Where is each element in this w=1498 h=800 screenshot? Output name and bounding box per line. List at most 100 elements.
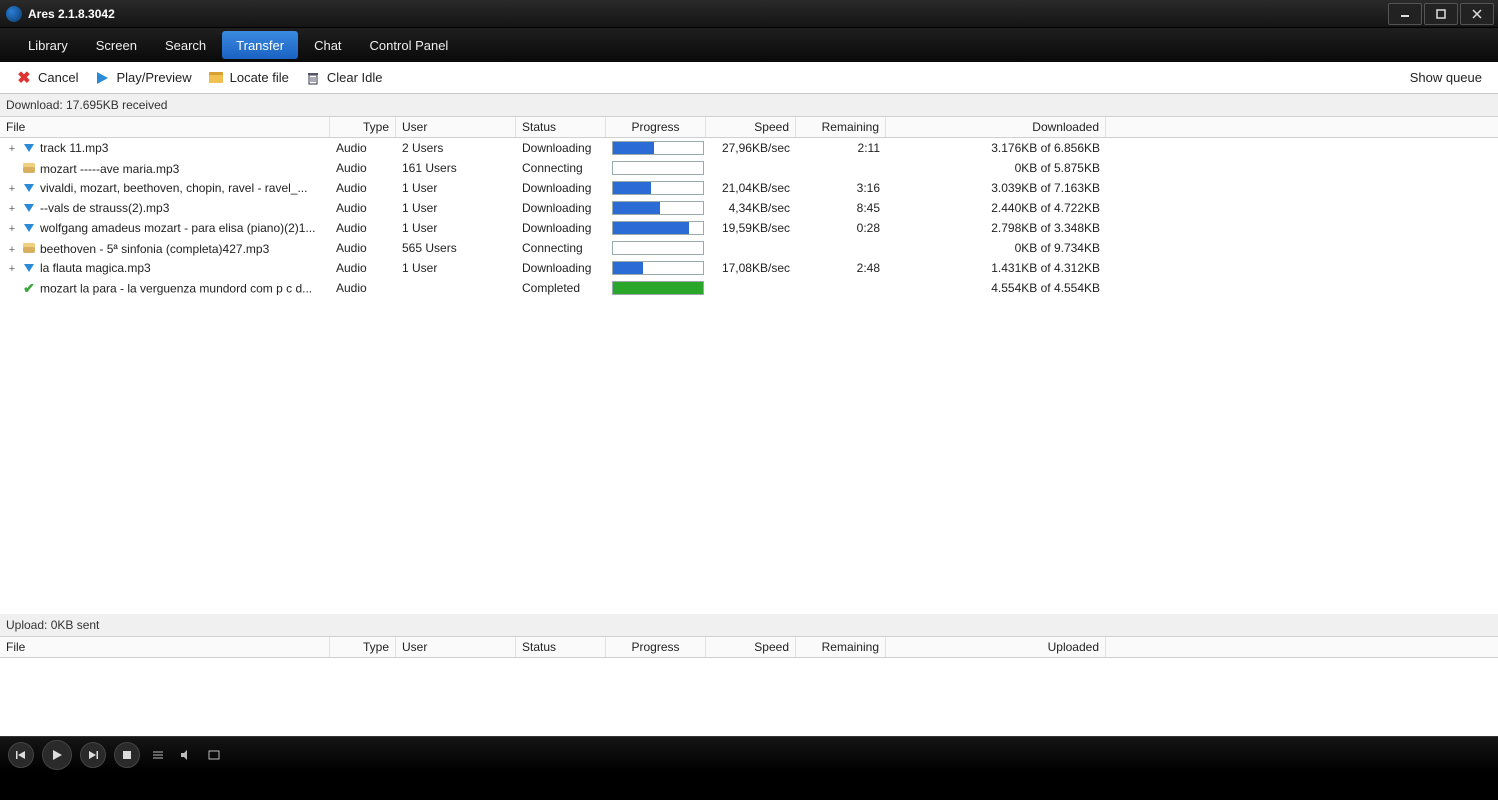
cell-remaining	[796, 245, 886, 251]
cell-remaining: 8:45	[796, 198, 886, 218]
cell-speed: 21,04KB/sec	[706, 178, 796, 198]
connecting-icon	[21, 240, 37, 256]
cell-progress	[606, 218, 706, 238]
cell-remaining: 2:11	[796, 138, 886, 158]
nav-tab-screen[interactable]: Screen	[82, 28, 151, 62]
nav-tab-chat[interactable]: Chat	[300, 28, 355, 62]
app-icon	[6, 6, 22, 22]
expand-toggle[interactable]: +	[6, 223, 18, 235]
col-progress[interactable]: Progress	[606, 117, 706, 137]
expand-toggle[interactable]: +	[6, 244, 18, 256]
show-queue-link[interactable]: Show queue	[1410, 70, 1490, 85]
cell-remaining: 0:28	[796, 218, 886, 238]
nav-tab-transfer[interactable]: Transfer	[222, 31, 298, 59]
locate-file-label: Locate file	[230, 70, 289, 85]
file-name: --vals de strauss(2).mp3	[40, 201, 169, 215]
nav-tab-library[interactable]: Library	[14, 28, 82, 62]
cell-remaining	[796, 285, 886, 291]
player-prev-button[interactable]	[8, 742, 34, 768]
maximize-button[interactable]	[1424, 3, 1458, 25]
download-row[interactable]: mozart -----ave maria.mp3Audio161 UsersC…	[0, 158, 1498, 178]
cell-downloaded: 2.798KB of 3.348KB	[886, 218, 1106, 238]
cell-user: 2 Users	[396, 138, 516, 158]
download-row[interactable]: ✔mozart la para - la verguenza mundord c…	[0, 278, 1498, 298]
player-volume-button[interactable]	[176, 745, 196, 765]
progress-bar	[612, 221, 704, 235]
cell-user: 161 Users	[396, 158, 516, 178]
col-uploaded[interactable]: Uploaded	[886, 637, 1106, 657]
cell-downloaded: 0KB of 5.875KB	[886, 158, 1106, 178]
player-bar	[0, 736, 1498, 772]
player-stop-button[interactable]	[114, 742, 140, 768]
download-row[interactable]: + vivaldi, mozart, beethoven, chopin, rav…	[0, 178, 1498, 198]
cell-progress	[606, 138, 706, 158]
cell-type: Audio	[330, 158, 396, 178]
minimize-button[interactable]	[1388, 3, 1422, 25]
col-downloaded[interactable]: Downloaded	[886, 117, 1106, 137]
cell-file: +la flauta magica.mp3	[0, 257, 330, 279]
cell-file: ✔mozart la para - la verguenza mundord c…	[0, 277, 330, 299]
cell-downloaded: 2.440KB of 4.722KB	[886, 198, 1106, 218]
nav-tab-search[interactable]: Search	[151, 28, 220, 62]
download-row[interactable]: +la flauta magica.mp3Audio1 UserDownload…	[0, 258, 1498, 278]
file-name: track 11.mp3	[40, 141, 108, 155]
col-progress[interactable]: Progress	[606, 637, 706, 657]
col-type[interactable]: Type	[330, 637, 396, 657]
transfer-toolbar: ✖ Cancel Play/Preview Locate file Clear …	[0, 62, 1498, 94]
cell-remaining: 2:48	[796, 258, 886, 278]
cell-status: Downloading	[516, 178, 606, 198]
trash-icon	[305, 70, 321, 86]
close-button[interactable]	[1460, 3, 1494, 25]
col-user[interactable]: User	[396, 637, 516, 657]
expand-toggle[interactable]: +	[6, 263, 18, 275]
cell-speed: 17,08KB/sec	[706, 258, 796, 278]
file-name: vivaldi, mozart, beethoven, chopin, rave…	[40, 181, 307, 195]
cell-progress	[606, 198, 706, 218]
cell-type: Audio	[330, 258, 396, 278]
expand-toggle[interactable]: +	[6, 143, 18, 155]
cell-speed: 4,34KB/sec	[706, 198, 796, 218]
col-status[interactable]: Status	[516, 637, 606, 657]
col-file[interactable]: File	[0, 637, 330, 657]
clear-idle-button[interactable]: Clear Idle	[297, 68, 391, 88]
locate-file-button[interactable]: Locate file	[200, 68, 297, 88]
cell-status: Downloading	[516, 218, 606, 238]
col-user[interactable]: User	[396, 117, 516, 137]
connecting-icon	[21, 160, 37, 176]
play-preview-button[interactable]: Play/Preview	[86, 68, 199, 88]
player-play-button[interactable]	[42, 740, 72, 770]
download-row[interactable]: +wolfgang amadeus mozart - para elisa (p…	[0, 218, 1498, 238]
download-row[interactable]: +beethoven - 5ª sinfonia (completa)427.m…	[0, 238, 1498, 258]
col-speed[interactable]: Speed	[706, 117, 796, 137]
player-playlist-button[interactable]	[148, 745, 168, 765]
col-status[interactable]: Status	[516, 117, 606, 137]
cell-type: Audio	[330, 138, 396, 158]
col-speed[interactable]: Speed	[706, 637, 796, 657]
cell-user: 1 User	[396, 218, 516, 238]
cell-user: 1 User	[396, 198, 516, 218]
player-next-button[interactable]	[80, 742, 106, 768]
window-controls	[1388, 3, 1498, 25]
cancel-button[interactable]: ✖ Cancel	[8, 68, 86, 88]
cell-status: Completed	[516, 278, 606, 298]
cell-progress	[606, 238, 706, 258]
cell-status: Connecting	[516, 238, 606, 258]
download-row[interactable]: +track 11.mp3Audio2 UsersDownloading27,9…	[0, 138, 1498, 158]
cell-status: Downloading	[516, 138, 606, 158]
download-rows: +track 11.mp3Audio2 UsersDownloading27,9…	[0, 138, 1498, 614]
col-remaining[interactable]: Remaining	[796, 117, 886, 137]
cell-downloaded: 4.554KB of 4.554KB	[886, 278, 1106, 298]
download-row[interactable]: +--vals de strauss(2).mp3Audio1 UserDown…	[0, 198, 1498, 218]
nav-tab-control-panel[interactable]: Control Panel	[356, 28, 463, 62]
clear-idle-label: Clear Idle	[327, 70, 383, 85]
col-file[interactable]: File	[0, 117, 330, 137]
col-remaining[interactable]: Remaining	[796, 637, 886, 657]
cell-user: 1 User	[396, 178, 516, 198]
expand-toggle[interactable]: +	[6, 183, 18, 195]
cell-status: Connecting	[516, 158, 606, 178]
expand-toggle[interactable]: +	[6, 203, 18, 215]
cell-downloaded: 3.039KB of 7.163KB	[886, 178, 1106, 198]
cell-speed	[706, 245, 796, 251]
col-type[interactable]: Type	[330, 117, 396, 137]
player-fullscreen-button[interactable]	[204, 745, 224, 765]
